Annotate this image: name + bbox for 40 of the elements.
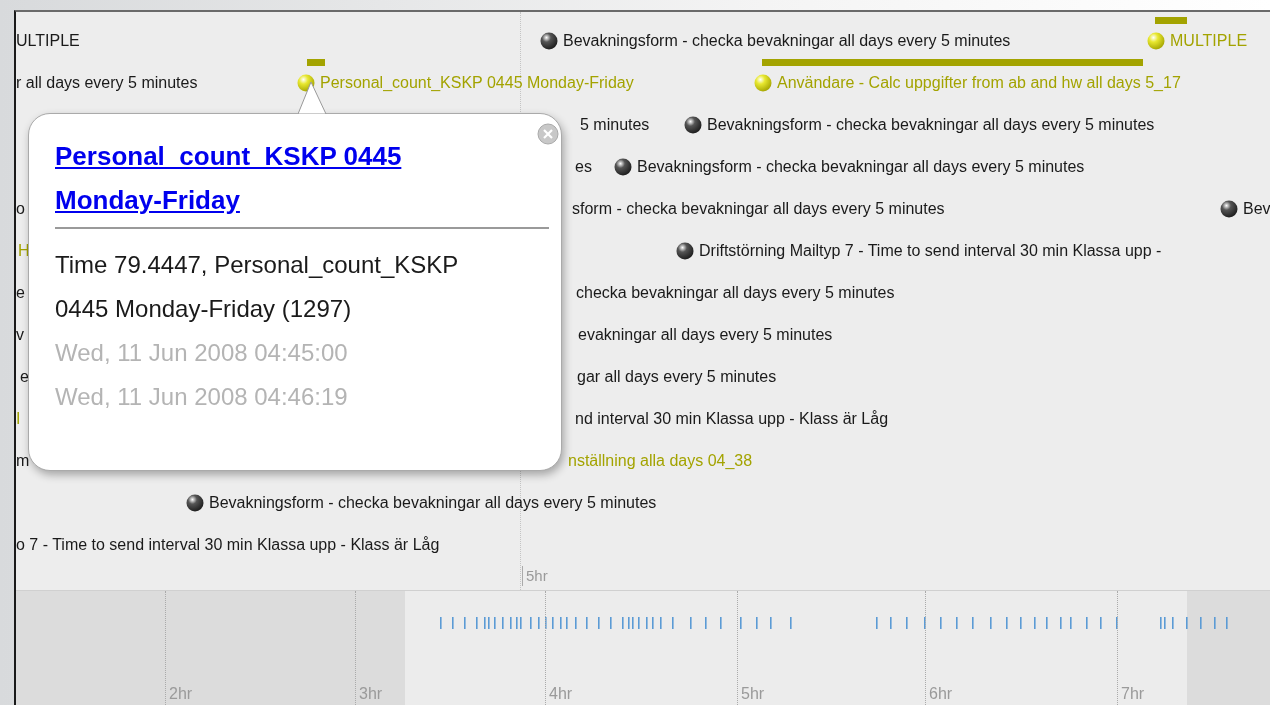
event-label[interactable]: Bevakningsform - checka bevakningar all days every 5 minutes (637, 157, 1085, 177)
event-label[interactable]: m (16, 451, 30, 471)
event-label[interactable]: checka bevakningar all days every 5 minutes (576, 283, 895, 303)
event-label[interactable]: gar all days every 5 minutes (577, 367, 777, 387)
event-label[interactable]: 5 minutes (580, 115, 650, 135)
event-label[interactable]: r all days every 5 minutes (16, 73, 198, 93)
event-label[interactable]: Bevakningsform - checka bevakningar all days every 5 minutes (707, 115, 1155, 135)
event-label[interactable]: o 7 - Time to send interval 30 min Klassa upp - Klass är Låg (16, 535, 440, 555)
event-label[interactable]: ULTIPLE (16, 31, 80, 51)
event-label[interactable]: evakningar all days every 5 minutes (578, 325, 833, 345)
event-marker-icon[interactable] (684, 116, 702, 134)
event-marker-icon[interactable] (1220, 200, 1238, 218)
time-scale-label: 4hr (549, 685, 573, 703)
event-label[interactable]: e (16, 283, 25, 303)
event-marker-icon[interactable] (540, 32, 558, 50)
time-scale-label: 7hr (1121, 685, 1145, 703)
event-title-link[interactable]: Personal_count_KSKP 0445 Monday-Friday (55, 134, 495, 222)
time-scale-label: 3hr (359, 685, 383, 703)
event-end-time: Wed, 11 Jun 2008 04:46:19 (55, 382, 349, 412)
event-marker-icon[interactable] (1147, 32, 1165, 50)
event-start-time: Wed, 11 Jun 2008 04:45:00 (55, 338, 349, 368)
event-label[interactable]: Bev (1243, 199, 1270, 219)
event-description: Time 79.4447, Personal_count_KSKP 0445 Monday-Friday (1297) (55, 250, 459, 324)
event-label[interactable]: e (20, 367, 29, 387)
time-scale-label: 5hr (522, 566, 548, 586)
event-marker-icon[interactable] (676, 242, 694, 260)
event-label[interactable]: Bevakningsform - checka bevakningar all days every 5 minutes (563, 31, 1011, 51)
event-marker-icon[interactable] (614, 158, 632, 176)
time-scale-label: 6hr (929, 685, 953, 703)
event-label[interactable]: Driftstörning Mailtyp 7 - Time to send interval 30 min Klassa upp - (699, 241, 1162, 261)
event-label[interactable]: sform - checka bevakningar all days every 5 minutes (572, 199, 945, 219)
time-scale-label: 5hr (741, 685, 765, 703)
time-scale-label: 2hr (169, 685, 193, 703)
event-marker-icon[interactable] (186, 494, 204, 512)
event-marker-icon[interactable] (754, 74, 772, 92)
event-label[interactable]: o (16, 199, 25, 219)
event-label[interactable]: nd interval 30 min Klassa upp - Klass är Låg (575, 409, 889, 429)
event-label[interactable]: v (16, 325, 24, 345)
event-label[interactable]: es (575, 157, 592, 177)
event-label[interactable]: Bevakningsform - checka bevakningar all days every 5 minutes (209, 493, 657, 513)
